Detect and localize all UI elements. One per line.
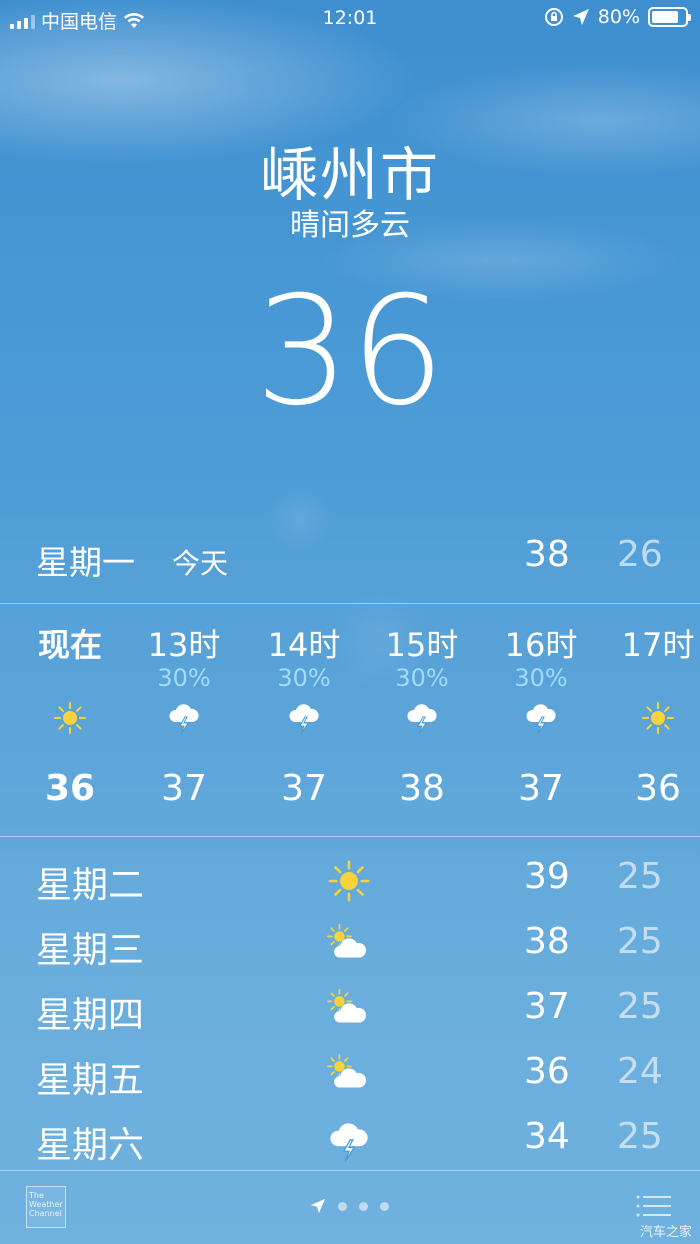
battery-percent: 80%	[597, 6, 640, 28]
day-row: 星期四 37 25	[0, 976, 700, 1040]
thunderstorm-icon	[523, 700, 559, 736]
divider	[0, 836, 700, 837]
day-name: 星期二	[36, 865, 145, 906]
current-temperature: 36	[254, 265, 446, 439]
thunderstorm-icon	[404, 700, 440, 736]
hour-time: 现在	[37, 626, 102, 664]
location-arrow-icon	[572, 9, 589, 25]
hour-temperature: 36	[44, 768, 96, 809]
page-indicator[interactable]	[310, 1198, 389, 1214]
hour-item: 14时 30% 37	[244, 606, 364, 836]
hour-time: 16时	[504, 626, 578, 664]
hour-temperature: 36	[635, 768, 681, 809]
thunderstorm-icon	[286, 700, 322, 736]
day-high: 34	[524, 1116, 570, 1157]
weather-channel-logo[interactable]: The Weather Channel	[26, 1186, 66, 1228]
today-high: 38	[524, 534, 570, 575]
day-low: 24	[617, 1051, 663, 1092]
hour-temperature: 38	[399, 768, 445, 809]
page-dot[interactable]	[359, 1201, 368, 1211]
location-arrow-icon	[310, 1198, 326, 1214]
hour-item: 15时 30% 38	[362, 606, 482, 836]
day-row: 星期五 36 24	[0, 1041, 700, 1105]
day-low: 25	[617, 986, 663, 1027]
day-high: 37	[524, 986, 570, 1027]
list-icon[interactable]	[636, 1194, 672, 1220]
page-dot[interactable]	[338, 1201, 347, 1211]
thunderstorm-icon	[326, 1118, 374, 1162]
status-bar: 中国电信 12:01 80%	[0, 0, 700, 36]
day-row: 星期二 39 25	[0, 846, 700, 910]
day-name: 星期四	[36, 995, 145, 1036]
day-low: 25	[617, 856, 663, 897]
today-summary: 星期一 今天 38 26	[0, 530, 700, 585]
battery-icon	[648, 7, 691, 27]
hour-temperature: 37	[161, 768, 207, 809]
day-high: 38	[524, 921, 570, 962]
hourly-forecast[interactable]: 现在 36 13时 30% 37 14时 30% 37 15时 30% 38 1…	[0, 606, 700, 836]
sun-icon	[640, 700, 676, 736]
page-dot[interactable]	[380, 1201, 389, 1211]
hour-temperature: 37	[518, 768, 564, 809]
hour-item: 16时 30% 37	[481, 606, 601, 836]
status-right: 80%	[544, 6, 691, 28]
hour-item: 现在 36	[10, 606, 130, 836]
day-low: 25	[617, 921, 663, 962]
hour-time: 15时	[385, 626, 459, 664]
weather-condition: 晴间多云	[290, 208, 410, 243]
partly-cloudy-icon	[326, 923, 374, 963]
sun-icon	[52, 700, 88, 736]
sun-icon	[326, 858, 374, 902]
logo-text: Channel	[29, 1209, 62, 1218]
divider	[0, 1170, 700, 1171]
divider	[0, 603, 700, 604]
today-label: 今天	[172, 547, 229, 580]
day-name: 星期五	[36, 1060, 145, 1101]
today-day: 星期一	[36, 543, 135, 582]
precip-chance: 30%	[395, 664, 449, 692]
day-row: 星期六 34 25	[0, 1106, 700, 1170]
today-low: 26	[617, 534, 663, 575]
hour-item: 17时 36	[598, 606, 700, 836]
logo-text: The	[29, 1191, 44, 1200]
watermark: 汽车之家	[639, 1225, 692, 1240]
day-name: 星期三	[36, 930, 145, 971]
hour-time: 14时	[267, 626, 341, 664]
hour-time: 17时	[621, 626, 695, 664]
precip-chance: 30%	[514, 664, 568, 692]
day-high: 36	[524, 1051, 570, 1092]
logo-text: Weather	[29, 1200, 63, 1209]
day-row: 星期三 38 25	[0, 911, 700, 975]
thunderstorm-icon	[166, 700, 202, 736]
partly-cloudy-icon	[326, 1053, 374, 1093]
partly-cloudy-icon	[326, 988, 374, 1028]
orientation-lock-icon	[544, 8, 563, 26]
hour-time: 13时	[147, 626, 221, 664]
day-low: 25	[617, 1116, 663, 1157]
hour-item: 13时 30% 37	[124, 606, 244, 836]
precip-chance: 30%	[277, 664, 331, 692]
battery-fill	[652, 11, 678, 23]
day-name: 星期六	[36, 1125, 145, 1166]
bottom-bar: The Weather Channel 汽车之家	[0, 1172, 700, 1244]
day-high: 39	[524, 856, 570, 897]
hour-temperature: 37	[281, 768, 327, 809]
precip-chance: 30%	[157, 664, 211, 692]
